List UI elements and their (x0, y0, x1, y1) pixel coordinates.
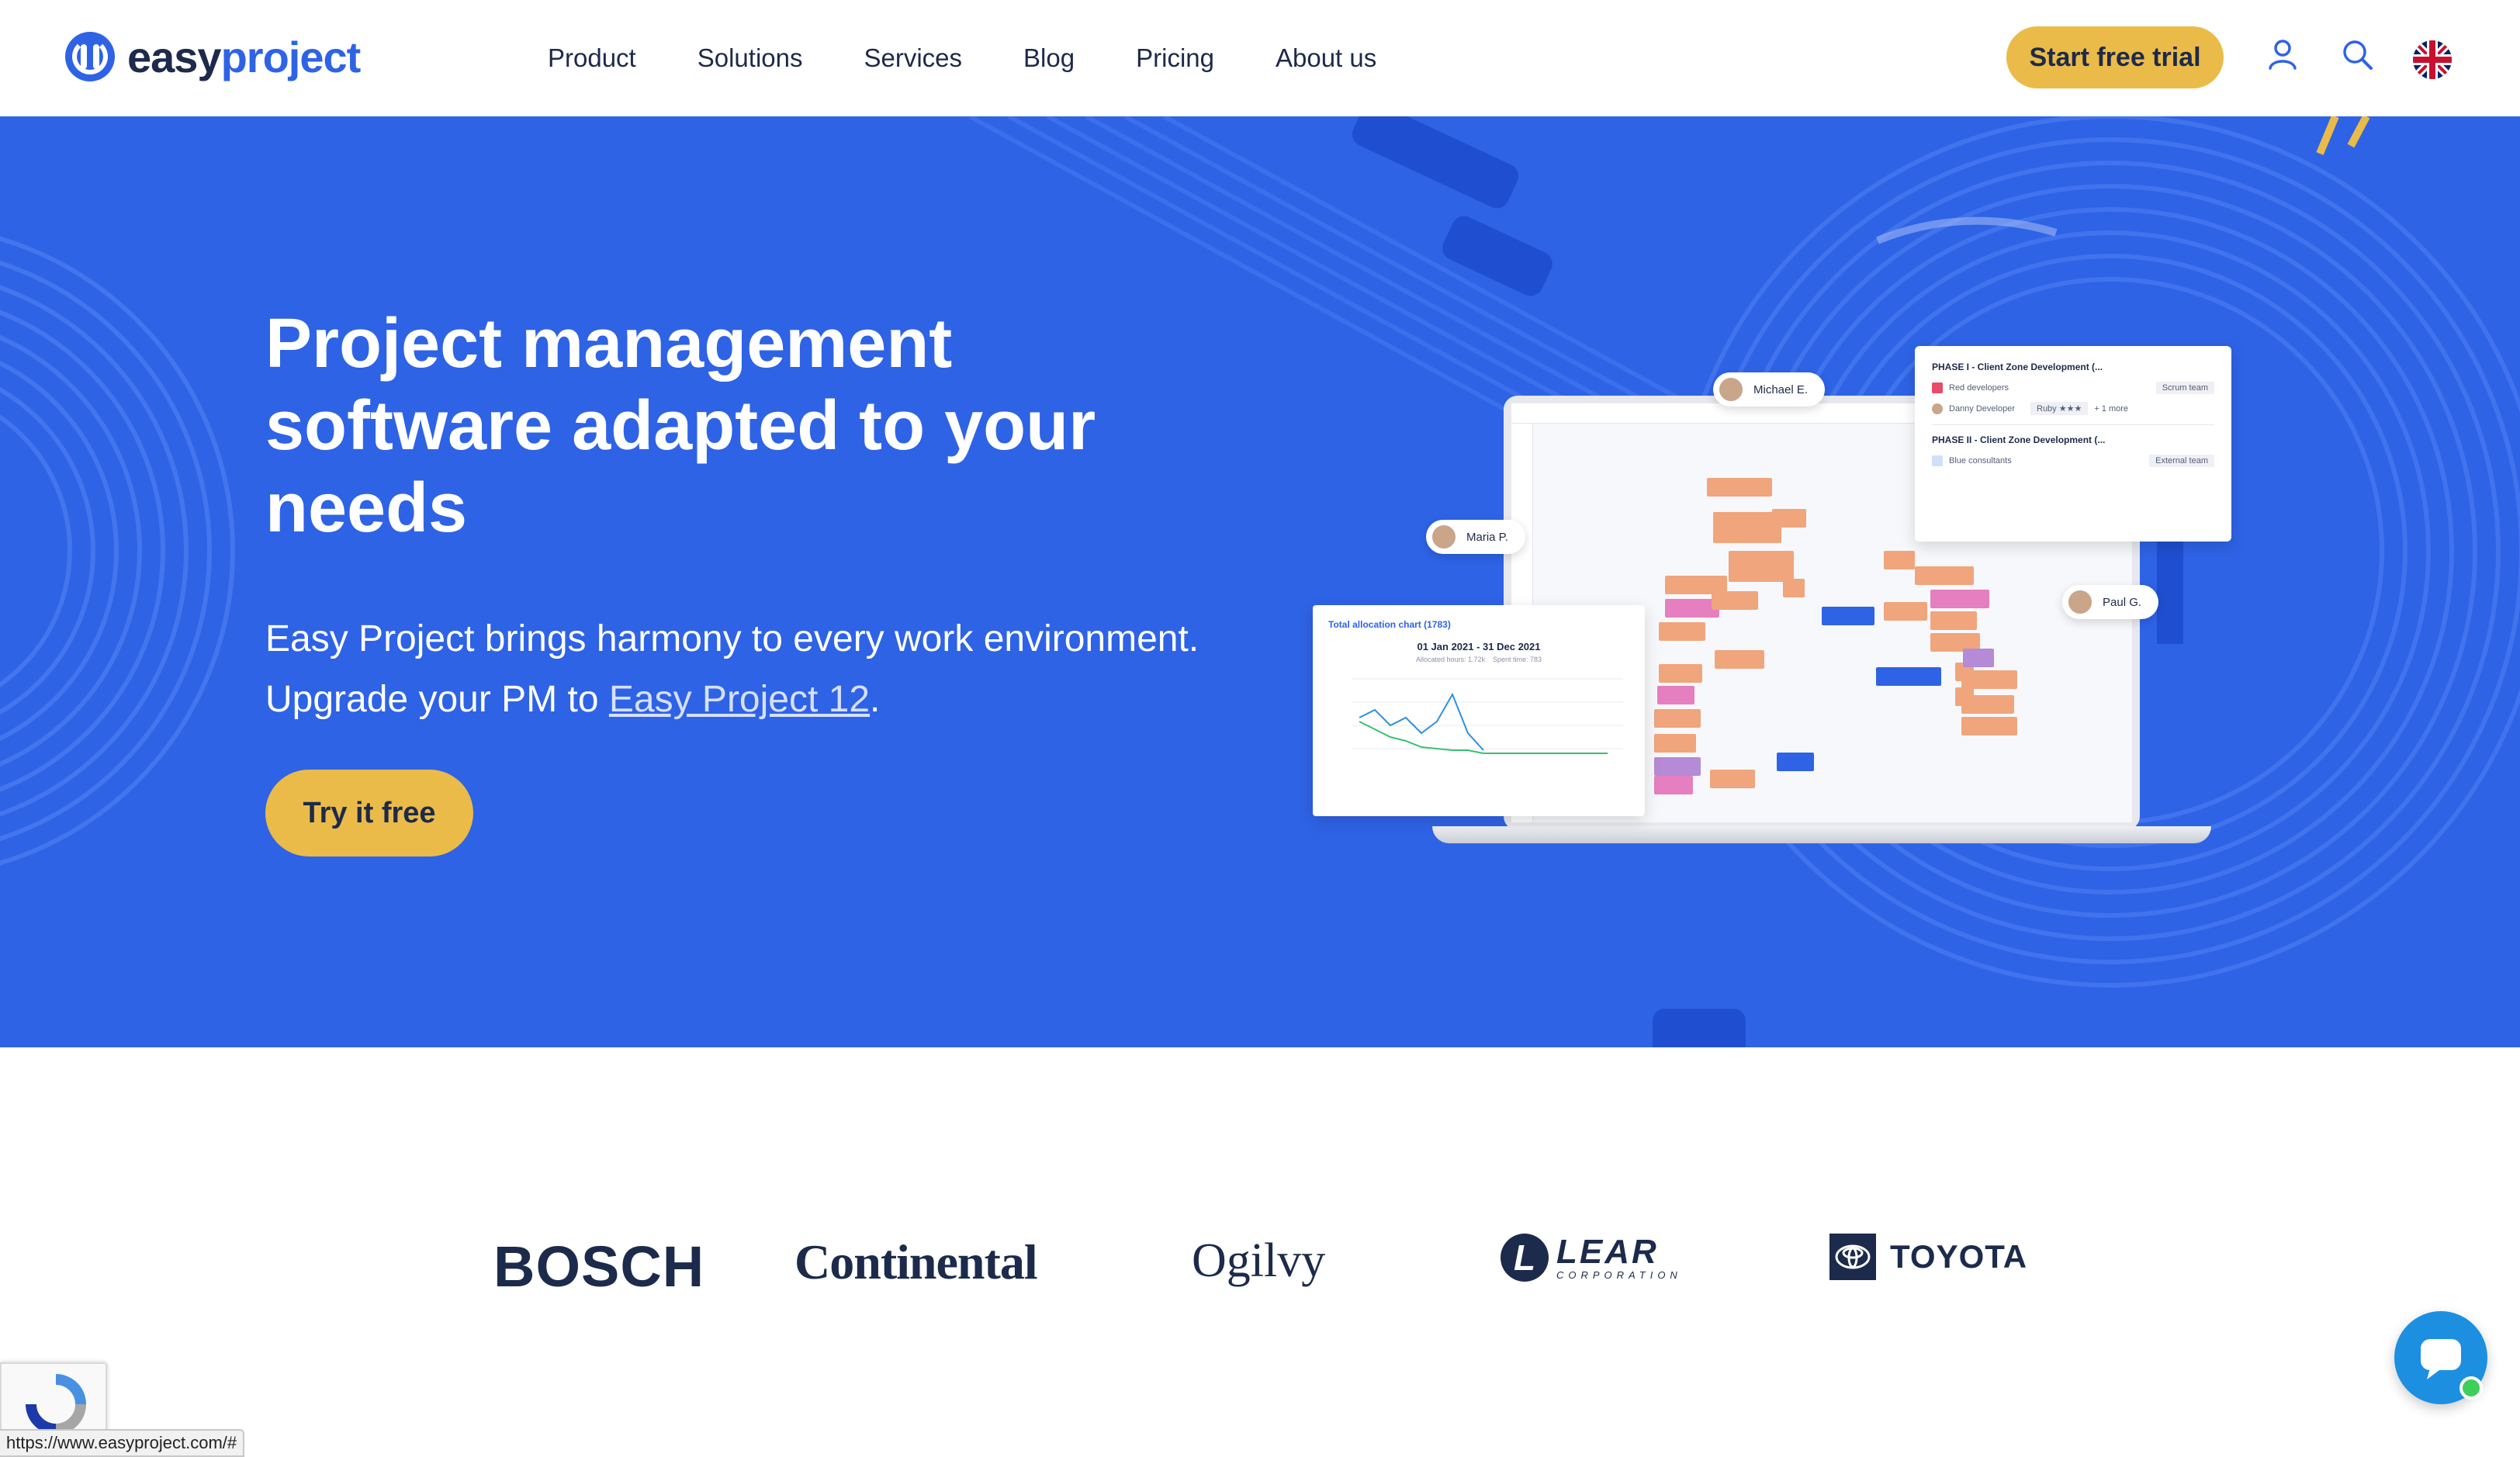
recaptcha-icon (26, 1374, 86, 1435)
bosch-logo: BOSCH (493, 1234, 705, 1299)
phase-1-title: PHASE I - Client Zone Development (... (1932, 362, 2103, 372)
avatar (1431, 524, 1457, 550)
allocation-line-chart (1352, 678, 1623, 754)
lear-logo: L LEAR CORPORATION (1501, 1234, 1682, 1282)
nav-solutions[interactable]: Solutions (698, 39, 803, 78)
team-row: Blue consultants External team (1932, 455, 2214, 467)
phase-2-title: PHASE II - Client Zone Development (... (1932, 434, 2106, 445)
search-icon[interactable] (2338, 36, 2376, 73)
online-status-dot (2459, 1376, 2483, 1400)
nav-about-us[interactable]: About us (1276, 39, 1376, 78)
chart-allocation-summary: Allocated hours: 1.72k Spent time: 783 (1415, 656, 1542, 663)
avatar (2067, 589, 2093, 615)
avatar (1718, 376, 1744, 403)
status-bar-url: https://www.easyproject.com/# (0, 1429, 245, 1457)
avatar-tag-paul: Paul G. (2062, 585, 2159, 619)
uk-flag-icon[interactable] (2413, 40, 2452, 79)
hero-section: Project management software adapted to y… (0, 116, 2520, 1047)
logo-mark-icon (65, 32, 115, 81)
main-nav: Product Solutions Services Blog Pricing … (548, 39, 1376, 78)
hero-background-decoration (0, 116, 2520, 1047)
easy-project-12-link[interactable]: Easy Project 12 (609, 679, 870, 720)
allocation-chart-card: Total allocation chart (1783) 01 Jan 202… (1313, 605, 1645, 816)
avatar-tag-maria: Maria P. (1426, 520, 1525, 554)
chart-title: Total allocation chart (1783) (1328, 619, 1451, 630)
continental-logo: Continental (794, 1234, 1038, 1289)
easyproject-logo[interactable]: easyproject (65, 29, 361, 84)
ogilvy-logo: Ogilvy (1192, 1234, 1326, 1287)
start-free-trial-button[interactable]: Start free trial (2006, 26, 2224, 88)
avatar-tag-michael: Michael E. (1713, 372, 1826, 407)
hero-subtitle: Easy Project brings harmony to every wor… (265, 618, 1199, 720)
laptop-base (1432, 826, 2211, 843)
nav-blog[interactable]: Blog (1023, 39, 1075, 78)
team-row: Red developers Scrum team (1932, 382, 2214, 394)
hero-title: Project management software adapted to y… (265, 305, 1096, 547)
logo-wordmark: easyproject (127, 32, 361, 81)
chart-date-range: 01 Jan 2021 - 31 Dec 2021 (1417, 641, 1541, 652)
toyota-emblem-icon (1829, 1234, 1876, 1280)
toyota-logo: TOYOTA (1829, 1234, 2027, 1280)
nav-services[interactable]: Services (864, 39, 963, 78)
try-it-free-button[interactable]: Try it free (265, 770, 473, 857)
person-row: Danny Developer Ruby ★★★ + 1 more (1932, 402, 2214, 415)
user-icon[interactable] (2264, 36, 2301, 73)
phase-card: PHASE I - Client Zone Development (... R… (1915, 346, 2231, 542)
nav-product[interactable]: Product (548, 39, 636, 78)
site-header: easyproject Product Solutions Services B… (0, 0, 2520, 116)
nav-pricing[interactable]: Pricing (1136, 39, 1214, 78)
client-logos-section: BOSCH Continental Ogilvy L LEAR CORPORAT… (0, 1047, 2520, 1457)
